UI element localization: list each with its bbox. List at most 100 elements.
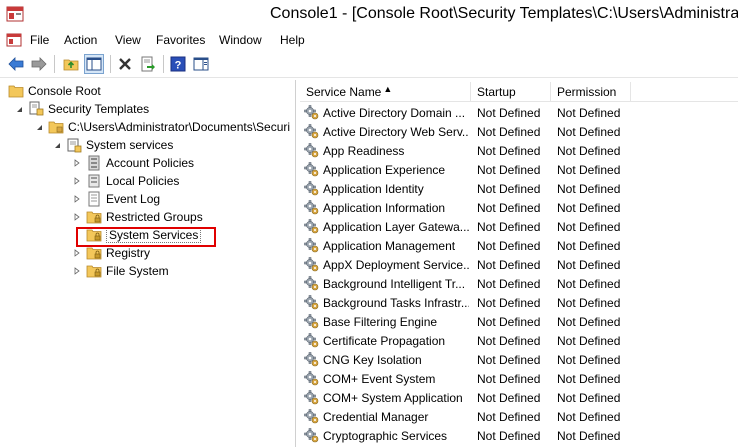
table-row[interactable]: Cryptographic Services Not Defined Not Def…	[300, 427, 738, 446]
service-gear-icon	[304, 314, 319, 329]
tree-item-account-policies[interactable]: Account Policies	[72, 154, 194, 172]
tree-item-security-templates[interactable]: Security Templates	[14, 100, 149, 118]
service-gear-icon	[304, 219, 319, 234]
menu-favorites[interactable]: Favorites	[156, 33, 205, 47]
tree-item-local-policies[interactable]: Local Policies	[72, 172, 179, 190]
table-row[interactable]: COM+ System Application Not Defined Not De…	[300, 389, 738, 408]
tree-item-system-services-template[interactable]: System services	[52, 136, 173, 154]
column-header-label: Permission	[557, 85, 617, 99]
service-gear-icon	[304, 390, 319, 405]
menu-file[interactable]: File	[30, 33, 49, 47]
startup-cell: Not Defined	[477, 239, 541, 253]
permission-cell: Not Defined	[557, 296, 621, 310]
column-header-permission[interactable]: Permission	[551, 82, 631, 102]
table-row[interactable]: Background Intelligent Tr... Not Defined N…	[300, 275, 738, 294]
expand-arrow-icon[interactable]	[72, 248, 82, 258]
template-icon	[67, 138, 82, 153]
startup-cell: Not Defined	[477, 106, 541, 120]
table-row[interactable]: Application Layer Gatewa... Not Defined No…	[300, 218, 738, 237]
tree-item-template-path[interactable]: C:\Users\Administrator\Documents\Securi	[34, 118, 290, 136]
delete-button[interactable]	[115, 54, 135, 74]
tree-item-restricted-groups[interactable]: Restricted Groups	[72, 208, 203, 226]
permission-cell: Not Defined	[557, 163, 621, 177]
permission-cell: Not Defined	[557, 258, 621, 272]
startup-cell: Not Defined	[477, 182, 541, 196]
properties-button[interactable]	[191, 54, 211, 74]
table-row[interactable]: Application Identity Not Defined Not Defin…	[300, 180, 738, 199]
table-row[interactable]: Base Filtering Engine Not Defined Not Defi…	[300, 313, 738, 332]
export-list-button[interactable]	[138, 54, 158, 74]
column-header-label: Startup	[477, 85, 516, 99]
tree-item-label: Security Templates	[48, 102, 150, 116]
expand-arrow-icon[interactable]	[72, 158, 82, 168]
menu-view[interactable]: View	[115, 33, 141, 47]
window-title: Console1 - [Console Root\Security Templa…	[270, 5, 738, 22]
menu-help[interactable]: Help	[280, 33, 305, 47]
service-gear-icon	[304, 200, 319, 215]
service-name-cell: Credential Manager	[323, 410, 429, 424]
delete-icon	[119, 58, 131, 70]
service-name-cell: Active Directory Domain ...	[323, 106, 466, 120]
service-gear-icon	[304, 238, 319, 253]
column-header-service-name[interactable]: Service Name ▲	[300, 82, 471, 102]
tree-item-event-log[interactable]: Event Log	[72, 190, 160, 208]
back-button[interactable]	[6, 54, 26, 74]
service-gear-icon	[304, 124, 319, 139]
tree-item-label: Registry	[106, 246, 151, 260]
permission-cell: Not Defined	[557, 315, 621, 329]
system-menu-icon[interactable]	[6, 32, 22, 48]
locked-folder-icon	[86, 229, 102, 242]
permission-cell: Not Defined	[557, 372, 621, 386]
up-one-level-button[interactable]	[61, 54, 81, 74]
collapse-arrow-icon[interactable]	[14, 104, 24, 114]
table-row[interactable]: Application Information Not Defined Not De…	[300, 199, 738, 218]
table-row[interactable]: Application Management Not Defined Not Def…	[300, 237, 738, 256]
expand-arrow-icon[interactable]	[72, 212, 82, 222]
table-row[interactable]: Background Tasks Infrastr... Not Defined N…	[300, 294, 738, 313]
service-gear-icon	[304, 428, 319, 443]
collapse-arrow-icon[interactable]	[34, 122, 44, 132]
export-icon	[141, 56, 155, 72]
table-row[interactable]: Application Experience Not Defined Not Def…	[300, 161, 738, 180]
expand-arrow-icon[interactable]	[72, 194, 82, 204]
startup-cell: Not Defined	[477, 429, 541, 443]
svg-text:?: ?	[175, 60, 182, 72]
expand-arrow-icon[interactable]	[72, 266, 82, 276]
table-row[interactable]: Active Directory Web Serv... Not Defined N…	[300, 123, 738, 142]
permission-cell: Not Defined	[557, 353, 621, 367]
properties-icon	[193, 57, 209, 71]
service-gear-icon	[304, 371, 319, 386]
startup-cell: Not Defined	[477, 258, 541, 272]
permission-cell: Not Defined	[557, 391, 621, 405]
menu-action[interactable]: Action	[64, 33, 97, 47]
tree-item-registry[interactable]: Registry	[72, 244, 150, 262]
expand-arrow-icon[interactable]	[72, 176, 82, 186]
forward-icon	[31, 57, 47, 71]
service-name-cell: COM+ System Application	[323, 391, 463, 405]
startup-cell: Not Defined	[477, 391, 541, 405]
show-hide-console-tree-button[interactable]	[84, 54, 104, 74]
console-tree: Console Root Security Templates C:\Users…	[0, 80, 296, 447]
tree-item-system-services[interactable]: System Services	[86, 226, 202, 244]
startup-cell: Not Defined	[477, 315, 541, 329]
service-name-cell: Application Layer Gatewa...	[323, 220, 469, 234]
local-policies-icon	[88, 174, 100, 188]
menu-window[interactable]: Window	[219, 33, 262, 47]
table-row[interactable]: COM+ Event System Not Defined Not Defined	[300, 370, 738, 389]
table-row[interactable]: App Readiness Not Defined Not Defined	[300, 142, 738, 161]
service-name-cell: COM+ Event System	[323, 372, 436, 386]
forward-button[interactable]	[29, 54, 49, 74]
toolbar-separator	[110, 55, 111, 73]
mmc-app-icon[interactable]	[6, 6, 24, 22]
table-row[interactable]: Active Directory Domain ... Not Defined No…	[300, 104, 738, 123]
table-row[interactable]: CNG Key Isolation Not Defined Not Defined	[300, 351, 738, 370]
tree-item-file-system[interactable]: File System	[72, 262, 169, 280]
permission-cell: Not Defined	[557, 334, 621, 348]
column-header-startup[interactable]: Startup	[471, 82, 551, 102]
tree-item-console-root[interactable]: Console Root	[8, 82, 101, 100]
table-row[interactable]: AppX Deployment Service... Not Defined Not…	[300, 256, 738, 275]
help-button[interactable]: ?	[168, 54, 188, 74]
collapse-arrow-icon[interactable]	[52, 140, 62, 150]
table-row[interactable]: Certificate Propagation Not Defined Not De…	[300, 332, 738, 351]
table-row[interactable]: Credential Manager Not Defined Not Defined	[300, 408, 738, 427]
